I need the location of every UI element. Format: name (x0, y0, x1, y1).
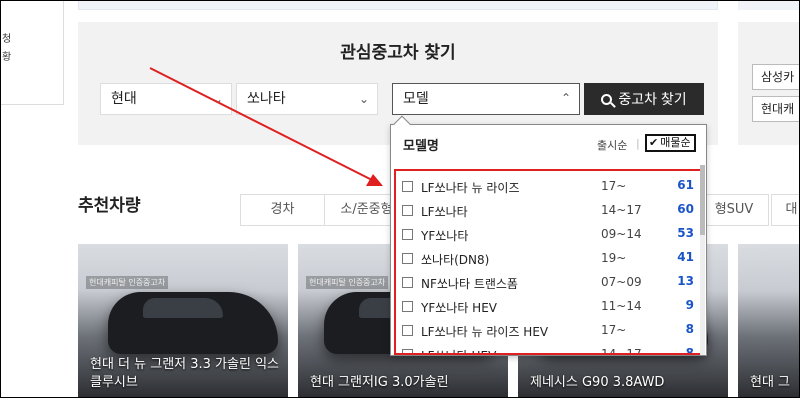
certified-badge: 현대캐피탈 인증중고차 (306, 276, 389, 289)
list-item[interactable]: LF쏘나타 14~17 60 (396, 199, 696, 223)
list-item[interactable]: YF쏘나타 HEV 11~14 9 (396, 295, 696, 319)
checkbox[interactable] (402, 181, 413, 192)
listing-count: 60 (677, 202, 694, 216)
list-item[interactable]: YF쏘나타 09~14 53 (396, 223, 696, 247)
check-icon: ✔ (649, 136, 659, 149)
model-name: 쏘나타(DN8) (421, 253, 490, 267)
model-years: 14~17 (601, 347, 642, 355)
sidebar-item[interactable]: 황 (2, 48, 11, 63)
chevron-down-icon: ⌄ (358, 92, 369, 106)
detail-model-value: 모델 (403, 91, 429, 107)
listing-count: 41 (677, 250, 694, 264)
tab-suv[interactable]: 형SUV (699, 194, 769, 226)
chevron-up-icon: ⌃ (560, 91, 571, 105)
listing-count: 53 (677, 226, 694, 240)
top-banner-right (738, 0, 800, 10)
list-item[interactable]: LF쏘나타 뉴 라이즈 HEV 17~ 8 (396, 319, 696, 343)
maker-value: 현대 (111, 91, 137, 107)
maker-select[interactable]: 현대 ⌄ (100, 83, 232, 115)
car-card[interactable]: 현대 그 (738, 244, 800, 398)
model-name: YF쏘나타 HEV (421, 301, 497, 315)
dropdown-scrollbar[interactable] (700, 165, 705, 355)
checkbox[interactable] (402, 301, 413, 312)
list-item[interactable]: LF쏘나타 HEV 14~17 8 (396, 343, 696, 355)
model-years: 07~09 (601, 275, 642, 289)
sort-separator: | (636, 137, 640, 150)
checkbox[interactable] (402, 349, 413, 353)
car-title: 현대 더 뉴 그랜저 3.3 가솔린 익스클루시브 (90, 357, 279, 390)
hyundai-capital-button[interactable]: 현대캐 (752, 96, 800, 122)
list-item[interactable]: 쏘나타(DN8) 19~ 41 (396, 247, 696, 271)
checkbox[interactable] (402, 205, 413, 216)
right-panel: 삼성카 현대캐 (738, 22, 800, 145)
checkbox[interactable] (402, 325, 413, 336)
car-shape (108, 292, 278, 354)
checkbox[interactable] (402, 229, 413, 240)
car-card[interactable]: 현대캐피탈 인증중고차 현대 더 뉴 그랜저 3.3 가솔린 익스클루시브 (78, 244, 288, 398)
search-button[interactable]: 중고차 찾기 (584, 83, 704, 115)
model-name: LF쏘나타 HEV (421, 347, 496, 353)
model-years: 14~17 (601, 203, 642, 217)
listing-count: 8 (685, 346, 694, 355)
model-name: YF쏘나타 (421, 229, 469, 243)
model-years: 09~14 (601, 227, 642, 241)
sort-by-release[interactable]: 출시순 (597, 137, 627, 153)
model-name: LF쏘나타 뉴 라이즈 HEV (421, 325, 549, 339)
dropdown-title: 모델명 (403, 139, 439, 154)
model-list: LF쏘나타 뉴 라이즈 17~ 61 LF쏘나타 14~17 60 YF쏘나타 09~14… (394, 169, 704, 355)
detail-model-select[interactable]: 모델 ⌃ (392, 83, 580, 115)
car-title: 현대 그 (750, 375, 791, 390)
model-select[interactable]: 쏘나타 ⌄ (236, 83, 378, 115)
scrollbar-thumb[interactable] (700, 165, 705, 235)
search-icon (601, 94, 613, 105)
sort-by-listings-label: 매물순 (660, 136, 691, 149)
chevron-down-icon: ⌄ (212, 92, 223, 106)
list-item[interactable]: NF쏘나타 트랜스폼 07~09 13 (396, 271, 696, 295)
listing-count: 13 (677, 274, 694, 288)
top-banner (78, 0, 718, 10)
recommend-title: 추천차량 (78, 196, 141, 216)
certified-badge: 현대캐피탈 인증중고차 (86, 276, 169, 289)
left-sidebar: 청 황 (0, 0, 64, 105)
car-title: 현대 그랜저IG 3.0가솔린 (310, 375, 449, 390)
sort-by-listings[interactable]: ✔ 매물순 (645, 134, 696, 152)
search-button-label: 중고차 찾기 (618, 91, 687, 107)
tab-light-car[interactable]: 경차 (240, 194, 324, 226)
checkbox[interactable] (402, 253, 413, 264)
model-name: NF쏘나타 트랜스폼 (421, 277, 518, 291)
tab-large[interactable]: 대 (771, 194, 800, 226)
checkbox[interactable] (402, 277, 413, 288)
car-title: 제네시스 G90 3.8AWD (530, 375, 665, 390)
listing-count: 8 (685, 322, 694, 336)
model-name: LF쏘나타 뉴 라이즈 (421, 181, 520, 195)
model-years: 19~ (601, 251, 627, 265)
dropdown-header: 모델명 출시순 | ✔ 매물순 (391, 125, 706, 161)
samsung-card-button[interactable]: 삼성카 (752, 64, 800, 90)
listing-count: 61 (677, 178, 694, 192)
search-title: 관심중고차 찾기 (340, 43, 456, 63)
model-years: 17~ (601, 323, 627, 337)
model-years: 11~14 (601, 299, 642, 313)
model-value: 쏘나타 (247, 91, 286, 107)
list-item[interactable]: LF쏘나타 뉴 라이즈 17~ 61 (396, 175, 696, 199)
model-years: 17~ (601, 179, 627, 193)
category-tabs: 경차 소/준중형 형SUV 대 (240, 194, 800, 226)
model-name: LF쏘나타 (421, 205, 468, 219)
model-dropdown: 모델명 출시순 | ✔ 매물순 LF쏘나타 뉴 라이즈 17~ 61 LF쏘나타 14~… (390, 124, 707, 356)
listing-count: 9 (685, 298, 694, 312)
sidebar-item[interactable]: 청 (2, 30, 11, 45)
